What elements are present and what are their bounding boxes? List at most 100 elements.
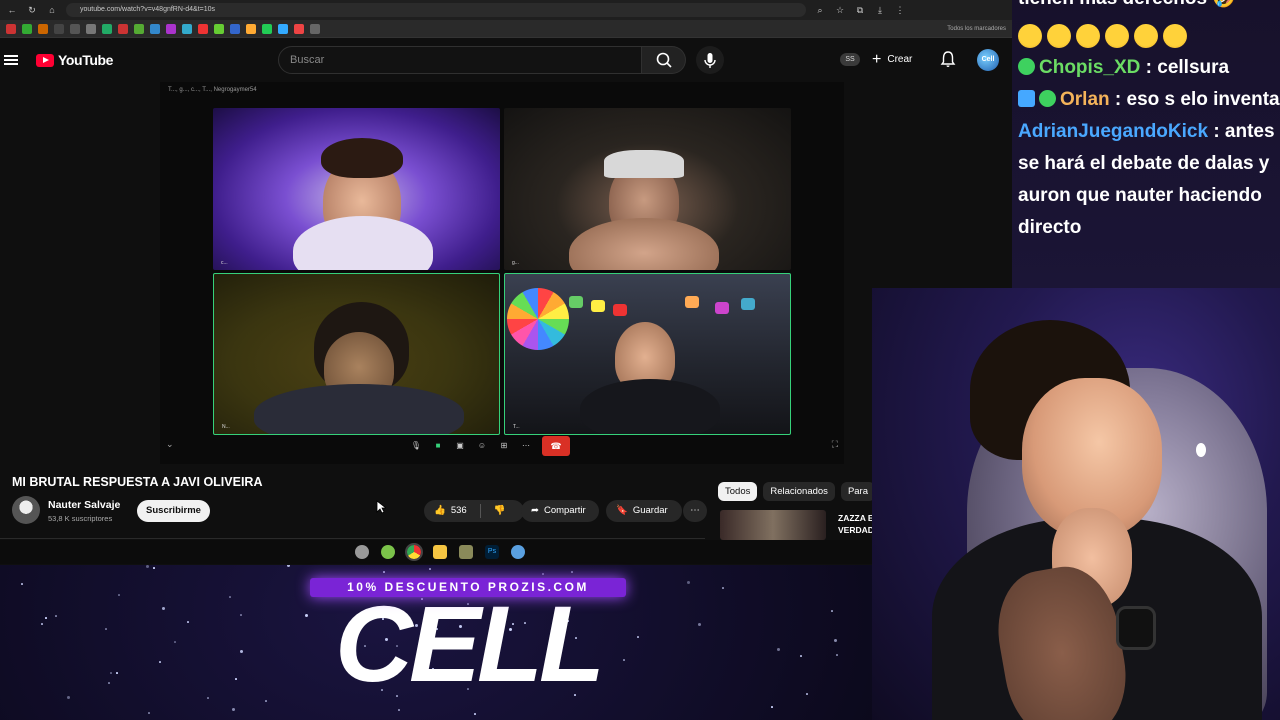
star-dot	[162, 607, 165, 610]
related-filter-chips: Todos Relacionados Para	[718, 482, 876, 501]
streamer-webcam	[872, 288, 1280, 720]
hamburger-menu-icon[interactable]	[4, 55, 18, 65]
video-tile-3[interactable]: N...	[213, 273, 500, 435]
bookmark-icon[interactable]	[246, 23, 256, 34]
chip-para[interactable]: Para	[840, 482, 876, 501]
search-input[interactable]: Buscar	[278, 46, 642, 74]
chip-todos[interactable]: Todos	[718, 482, 758, 501]
folder-icon[interactable]	[433, 545, 447, 559]
chrome-icon[interactable]	[405, 543, 423, 561]
bookmark-icon[interactable]	[278, 23, 288, 34]
microphone-icon	[704, 53, 716, 68]
star-dot	[105, 628, 107, 630]
video-tile-1[interactable]: c...	[213, 108, 500, 270]
microphone-toggle-icon[interactable]: 🎙	[410, 441, 422, 451]
create-button[interactable]: + Crear	[872, 49, 912, 71]
star-dot	[831, 610, 833, 612]
zoom-icon[interactable]: ⌕	[814, 5, 826, 16]
camera-toggle-icon[interactable]: ■	[432, 441, 444, 451]
bookmark-icon[interactable]	[294, 23, 304, 34]
browser-window: ← ↻ ⌂ youtube.com/watch?v=v48gnfRN-d4&t=…	[0, 0, 1012, 565]
laughing-emoji-icon	[1047, 24, 1071, 48]
bookmark-icon[interactable]	[6, 23, 16, 34]
home-icon[interactable]: ⌂	[46, 5, 58, 15]
gem-badge-icon	[1018, 90, 1035, 107]
bookmark-icon[interactable]	[54, 23, 64, 34]
bookmark-icon[interactable]	[134, 23, 144, 34]
recommended-thumbnail[interactable]	[720, 510, 826, 540]
prize-wheel-icon	[507, 288, 569, 350]
bookmark-icon[interactable]	[262, 23, 272, 34]
present-icon[interactable]: ⊞	[498, 441, 510, 451]
notifications-bell-icon[interactable]	[940, 51, 956, 73]
os-taskbar: Ps	[0, 540, 880, 564]
participants-label: T..., g..., c..., T..., Negrogaymer54	[168, 87, 257, 93]
user-badge[interactable]: SS	[840, 53, 860, 66]
hang-up-button[interactable]: ☎	[542, 436, 570, 456]
bookmark-icon[interactable]	[166, 23, 176, 34]
thumbs-down-icon[interactable]: 👎	[494, 500, 506, 522]
laughing-emoji-icon	[1018, 24, 1042, 48]
bookmark-icon[interactable]	[214, 23, 224, 34]
photoshop-icon[interactable]: Ps	[485, 545, 499, 559]
bookmark-icon[interactable]	[198, 23, 208, 34]
chat-username: Chopis_XD	[1039, 57, 1141, 78]
search-button[interactable]	[642, 46, 686, 74]
bookmark-icon[interactable]	[70, 23, 80, 34]
fullscreen-icon[interactable]: ⛶	[832, 439, 838, 450]
url-field[interactable]: youtube.com/watch?v=v48gnfRN-d4&t=10s	[66, 3, 806, 17]
bookmark-icon[interactable]	[22, 23, 32, 34]
star-dot	[836, 654, 838, 656]
star-dot	[383, 571, 385, 573]
save-button[interactable]: 🔖 Guardar	[606, 500, 682, 522]
bookmark-icon[interactable]	[118, 23, 128, 34]
subscribe-button[interactable]: Suscribirme	[137, 500, 210, 522]
extensions-icon[interactable]: ⧉	[854, 5, 866, 16]
star-dot	[265, 700, 267, 702]
channel-name[interactable]: Nauter Salvaje	[48, 499, 120, 511]
share-button[interactable]: ➦ Compartir	[521, 500, 599, 522]
bookmark-icon[interactable]	[230, 23, 240, 34]
sub-badge-icon	[1018, 58, 1035, 75]
steam-icon[interactable]	[355, 545, 369, 559]
youtube-logo[interactable]: YouTube	[36, 52, 113, 68]
video-player[interactable]: T..., g..., c..., T..., Negrogaymer54 c.…	[160, 82, 844, 464]
star-dot	[240, 650, 243, 653]
download-icon[interactable]: ⤓	[874, 5, 886, 16]
app-globe-icon[interactable]	[511, 545, 525, 559]
reload-icon[interactable]: ↻	[26, 5, 38, 16]
reactions-icon[interactable]: ☺	[476, 441, 488, 451]
like-count[interactable]: 536	[451, 500, 467, 522]
more-actions-button[interactable]: ⋯	[683, 500, 707, 522]
chevron-down-icon[interactable]: ⌄	[166, 439, 174, 450]
star-dot	[187, 621, 189, 623]
star-dot	[116, 672, 118, 674]
bookmark-icon[interactable]	[150, 23, 160, 34]
account-avatar[interactable]: Cell	[977, 49, 999, 71]
app-green-icon[interactable]	[381, 545, 395, 559]
thumbs-up-icon[interactable]: 👍	[434, 500, 446, 522]
video-tile-4[interactable]: T...	[504, 273, 791, 435]
back-icon[interactable]: ←	[6, 5, 18, 15]
bookmarks-bar: Todos los marcadores	[0, 20, 1012, 38]
chip-relacionados[interactable]: Relacionados	[763, 482, 835, 501]
bookmark-icon[interactable]	[38, 23, 48, 34]
chat-text: : eso s elo inventa	[1114, 89, 1280, 110]
all-bookmarks-link[interactable]: Todos los marcadores	[947, 26, 1006, 32]
minecraft-icon[interactable]	[459, 545, 473, 559]
star-icon[interactable]: ☆	[834, 5, 846, 16]
star-dot	[542, 573, 544, 575]
bookmark-icon[interactable]	[310, 23, 320, 34]
bookmark-icon[interactable]	[86, 23, 96, 34]
voice-search-button[interactable]	[696, 46, 724, 74]
star-dot	[722, 587, 724, 589]
star-dot	[153, 567, 155, 569]
subscriber-count: 53,8 K suscriptores	[48, 514, 113, 523]
more-options-icon[interactable]: ⋯	[520, 441, 532, 451]
channel-avatar[interactable]	[12, 496, 40, 524]
captions-icon[interactable]: ▣	[454, 441, 466, 451]
bookmark-icon[interactable]	[182, 23, 192, 34]
menu-icon[interactable]: ⋮	[894, 5, 906, 16]
bookmark-icon[interactable]	[102, 23, 112, 34]
video-tile-2[interactable]: g...	[504, 108, 791, 270]
